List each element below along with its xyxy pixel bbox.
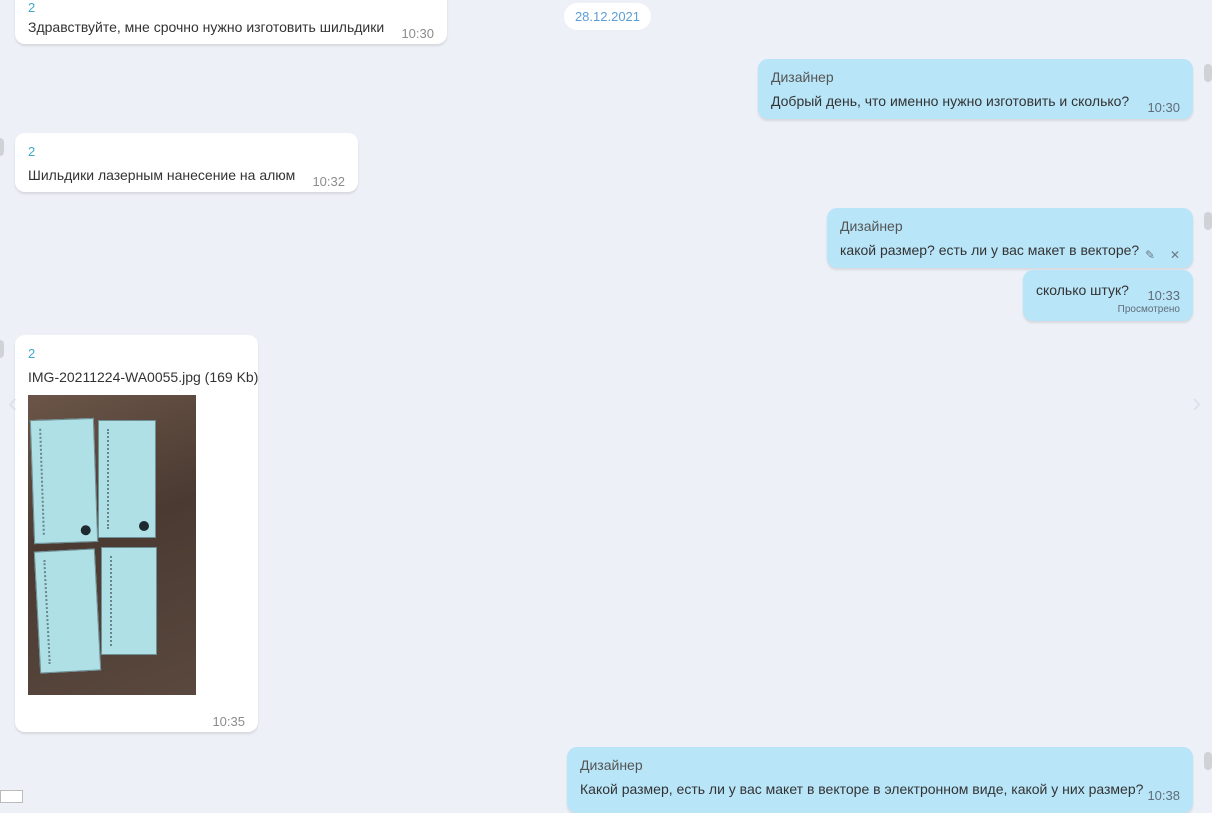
incoming-message: 2 IMG-20211224-WA0055.jpg (169 Kb) 10:35 [15,335,258,732]
avatar [0,138,4,156]
message-author[interactable]: 2 [28,346,35,361]
photo-plate [29,417,99,545]
message-text: Шильдики лазерным нанесение на алюм [28,167,296,183]
photo-logo [139,521,149,531]
message-time: 10:33 [1147,288,1180,303]
message-text: Здравствуйте, мне срочно нужно изготовит… [28,19,385,35]
avatar [1204,212,1212,230]
message-time: 10:32 [312,174,345,189]
photo-plate-text [110,556,148,646]
outgoing-message: Дизайнер Добрый день, что именно нужно и… [758,59,1193,119]
close-icon[interactable]: ✕ [1170,248,1180,262]
photo-plate [98,420,156,538]
message-author: Дизайнер [580,757,643,773]
message-author: Дизайнер [771,69,834,85]
attachment-filename[interactable]: IMG-20211224-WA0055.jpg (169 Kb) [28,369,258,385]
chevron-left-icon[interactable]: ‹ [8,388,28,418]
scroll-handle[interactable] [0,790,23,803]
avatar [1204,64,1212,82]
message-text: сколько штук? [1036,282,1129,298]
attached-photo[interactable] [28,395,196,695]
outgoing-message: Дизайнер какой размер? есть ли у вас мак… [827,208,1193,268]
read-status: Просмотрено [1117,304,1180,315]
message-time: 10:35 [212,714,245,729]
message-time: 10:30 [401,26,434,41]
photo-plate [101,547,157,655]
incoming-message: 2 Здравствуйте, мне срочно нужно изготов… [15,0,447,44]
message-time: 10:30 [1147,100,1180,115]
photo-plate-text [39,427,89,535]
message-time: 10:38 [1147,788,1180,803]
pencil-icon[interactable]: ✎ [1145,248,1155,262]
photo-logo [80,525,91,536]
message-author[interactable]: 2 [28,0,35,15]
message-text: какой размер? есть ли у вас макет в вект… [840,242,1140,258]
chevron-right-icon[interactable]: › [1192,388,1212,418]
incoming-message: 2 Шильдики лазерным нанесение на алюм 10… [15,133,358,192]
outgoing-message: сколько штук? 10:33 Просмотрено [1023,270,1193,321]
avatar [0,340,4,358]
photo-plate-text [43,557,92,665]
message-text: Добрый день, что именно нужно изготовить… [771,93,1130,109]
message-author[interactable]: 2 [28,144,35,159]
photo-plate-text [107,429,147,529]
date-separator: 28.12.2021 [564,3,651,30]
message-text: Какой размер, есть ли у вас макет в вект… [580,781,1144,797]
message-author: Дизайнер [840,218,903,234]
photo-plate [33,548,102,674]
avatar [1204,752,1212,770]
outgoing-message: Дизайнер Какой размер, есть ли у вас мак… [567,747,1193,813]
